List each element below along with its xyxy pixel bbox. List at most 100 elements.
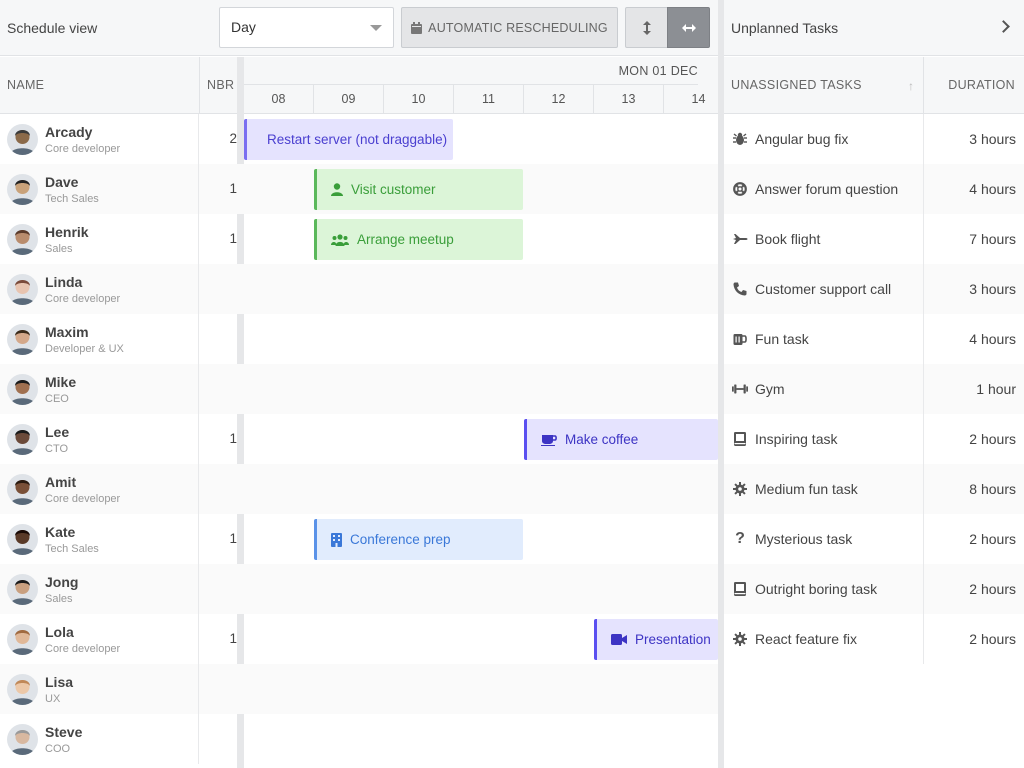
resource-row[interactable]: Lisa UX	[0, 664, 718, 714]
resource-name-cell[interactable]: Steve COO	[0, 714, 199, 764]
horizontal-mode-button[interactable]	[667, 7, 710, 48]
hour-label: 08	[244, 85, 314, 113]
resource-role: Sales	[45, 593, 73, 605]
unassigned-task-row[interactable]: ? Mysterious task 2 hours	[724, 514, 1024, 564]
resource-row[interactable]: Lola Core developer 1 Presentation	[0, 614, 718, 664]
resource-name: Arcady	[45, 124, 93, 140]
unassigned-task-row[interactable]: Outright boring task 2 hours	[724, 564, 1024, 614]
resource-name-cell[interactable]: Maxim Developer & UX	[0, 314, 199, 364]
timeline-row[interactable]: Restart server (not draggable)	[244, 114, 718, 164]
resource-row[interactable]: Lee CTO 1 Make coffee	[0, 414, 718, 464]
column-header-unassigned[interactable]: UNASSIGNED TASKS	[731, 57, 862, 114]
task-count-cell: 1	[199, 164, 237, 214]
task-count-cell	[199, 464, 237, 514]
resource-row[interactable]: Steve COO	[0, 714, 718, 764]
timeline-row[interactable]: Visit customer	[244, 164, 718, 214]
timeline-row[interactable]	[244, 664, 718, 714]
unassigned-task-row[interactable]: Gym 1 hour	[724, 364, 1024, 414]
event-name: Conference prep	[350, 532, 451, 547]
column-header-name[interactable]: NAME	[7, 57, 44, 114]
resource-name-cell[interactable]: Lisa UX	[0, 664, 199, 714]
resource-name-cell[interactable]: Henrik Sales	[0, 214, 199, 264]
cog-icon	[732, 481, 748, 497]
task-count-cell	[199, 364, 237, 414]
timeline-row[interactable]	[244, 714, 718, 764]
task-duration: 2 hours	[923, 614, 1024, 664]
resource-row[interactable]: Arcady Core developer 2 Restart server (not…	[0, 114, 718, 164]
view-select-value: Day	[231, 19, 256, 35]
resource-row[interactable]: Maxim Developer & UX	[0, 314, 718, 364]
resource-row[interactable]: Henrik Sales 1 Arrange meetup	[0, 214, 718, 264]
resource-row[interactable]: Kate Tech Sales 1 Conference prep	[0, 514, 718, 564]
timeline-row[interactable]	[244, 314, 718, 364]
resource-row[interactable]: Linda Core developer	[0, 264, 718, 314]
resource-name-cell[interactable]: Mike CEO	[0, 364, 199, 414]
unassigned-task-row[interactable]: Fun task 4 hours	[724, 314, 1024, 364]
resource-row[interactable]: Dave Tech Sales 1 Visit customer	[0, 164, 718, 214]
user-icon	[331, 183, 343, 196]
event-bar[interactable]: Conference prep	[314, 519, 523, 560]
task-name: Angular bug fix	[755, 131, 849, 147]
timeline-row[interactable]: Conference prep	[244, 514, 718, 564]
event-bar[interactable]: Make coffee	[524, 419, 718, 460]
event-bar[interactable]: Visit customer	[314, 169, 523, 210]
event-bar[interactable]: Arrange meetup	[314, 219, 523, 260]
task-count: 1	[229, 181, 237, 196]
avatar	[7, 474, 38, 505]
task-duration: 8 hours	[923, 464, 1024, 514]
page-title: Schedule view	[7, 20, 98, 36]
task-name: Answer forum question	[755, 181, 899, 197]
column-header-duration[interactable]: DURATION	[923, 57, 1024, 114]
avatar	[7, 224, 38, 255]
hour-label: 10	[384, 85, 454, 113]
event-name: Restart server (not draggable)	[267, 132, 448, 147]
resource-name: Lisa	[45, 674, 74, 690]
timeline-row[interactable]: Presentation	[244, 614, 718, 664]
resource-name-cell[interactable]: Jong Sales	[0, 564, 199, 614]
resource-row[interactable]: Mike CEO	[0, 364, 718, 414]
resource-role: CEO	[45, 393, 69, 405]
unassigned-task-row[interactable]: Angular bug fix 3 hours	[724, 114, 1024, 164]
timeline-header: MON 01 DEC 08 09 10 11 12 13 14	[244, 57, 718, 114]
resource-name-cell[interactable]: Amit Core developer	[0, 464, 199, 514]
task-duration: 3 hours	[923, 114, 1024, 164]
event-bar[interactable]: Restart server (not draggable)	[244, 119, 453, 160]
resource-name: Mike	[45, 374, 77, 390]
unassigned-task-row[interactable]: Customer support call 3 hours	[724, 264, 1024, 314]
view-select[interactable]: Day	[219, 7, 394, 48]
timeline-row[interactable]	[244, 464, 718, 514]
unassigned-task-row[interactable]: Book flight 7 hours	[724, 214, 1024, 264]
caret-down-icon	[370, 25, 382, 31]
column-header-nbr[interactable]: NBR TASKS	[199, 57, 237, 114]
unassigned-task-row[interactable]: React feature fix 2 hours	[724, 614, 1024, 664]
timeline-row[interactable]	[244, 564, 718, 614]
unassigned-task-row[interactable]: Inspiring task 2 hours	[724, 414, 1024, 464]
resource-name-cell[interactable]: Lee CTO	[0, 414, 199, 464]
auto-reschedule-button[interactable]: AUTOMATIC RESCHEDULING	[401, 7, 618, 48]
timeline-row[interactable]	[244, 264, 718, 314]
timeline-row[interactable]: Arrange meetup	[244, 214, 718, 264]
resource-name-cell[interactable]: Lola Core developer	[0, 614, 199, 664]
timeline-row[interactable]	[244, 364, 718, 414]
resource-row[interactable]: Amit Core developer	[0, 464, 718, 514]
resource-row[interactable]: Jong Sales	[0, 564, 718, 614]
avatar	[7, 374, 38, 405]
event-bar[interactable]: Presentation	[594, 619, 718, 660]
vertical-mode-button[interactable]	[625, 7, 668, 48]
avatar	[7, 724, 38, 755]
timeline-row[interactable]: Make coffee	[244, 414, 718, 464]
resource-name-cell[interactable]: Kate Tech Sales	[0, 514, 199, 564]
task-count: 1	[229, 231, 237, 246]
task-name: Medium fun task	[755, 481, 858, 497]
resource-role: CTO	[45, 443, 69, 455]
resource-role: Sales	[45, 243, 73, 255]
task-count-cell: 1	[199, 214, 237, 264]
resource-name-cell[interactable]: Dave Tech Sales	[0, 164, 199, 214]
resource-name-cell[interactable]: Linda Core developer	[0, 264, 199, 314]
unassigned-task-row[interactable]: Medium fun task 8 hours	[724, 464, 1024, 514]
resource-name: Jong	[45, 574, 79, 590]
task-count-cell: 1	[199, 514, 237, 564]
unassigned-task-row[interactable]: Answer forum question 4 hours	[724, 164, 1024, 214]
resource-name-cell[interactable]: Arcady Core developer	[0, 114, 199, 164]
chevron-right-icon[interactable]	[997, 20, 1010, 33]
